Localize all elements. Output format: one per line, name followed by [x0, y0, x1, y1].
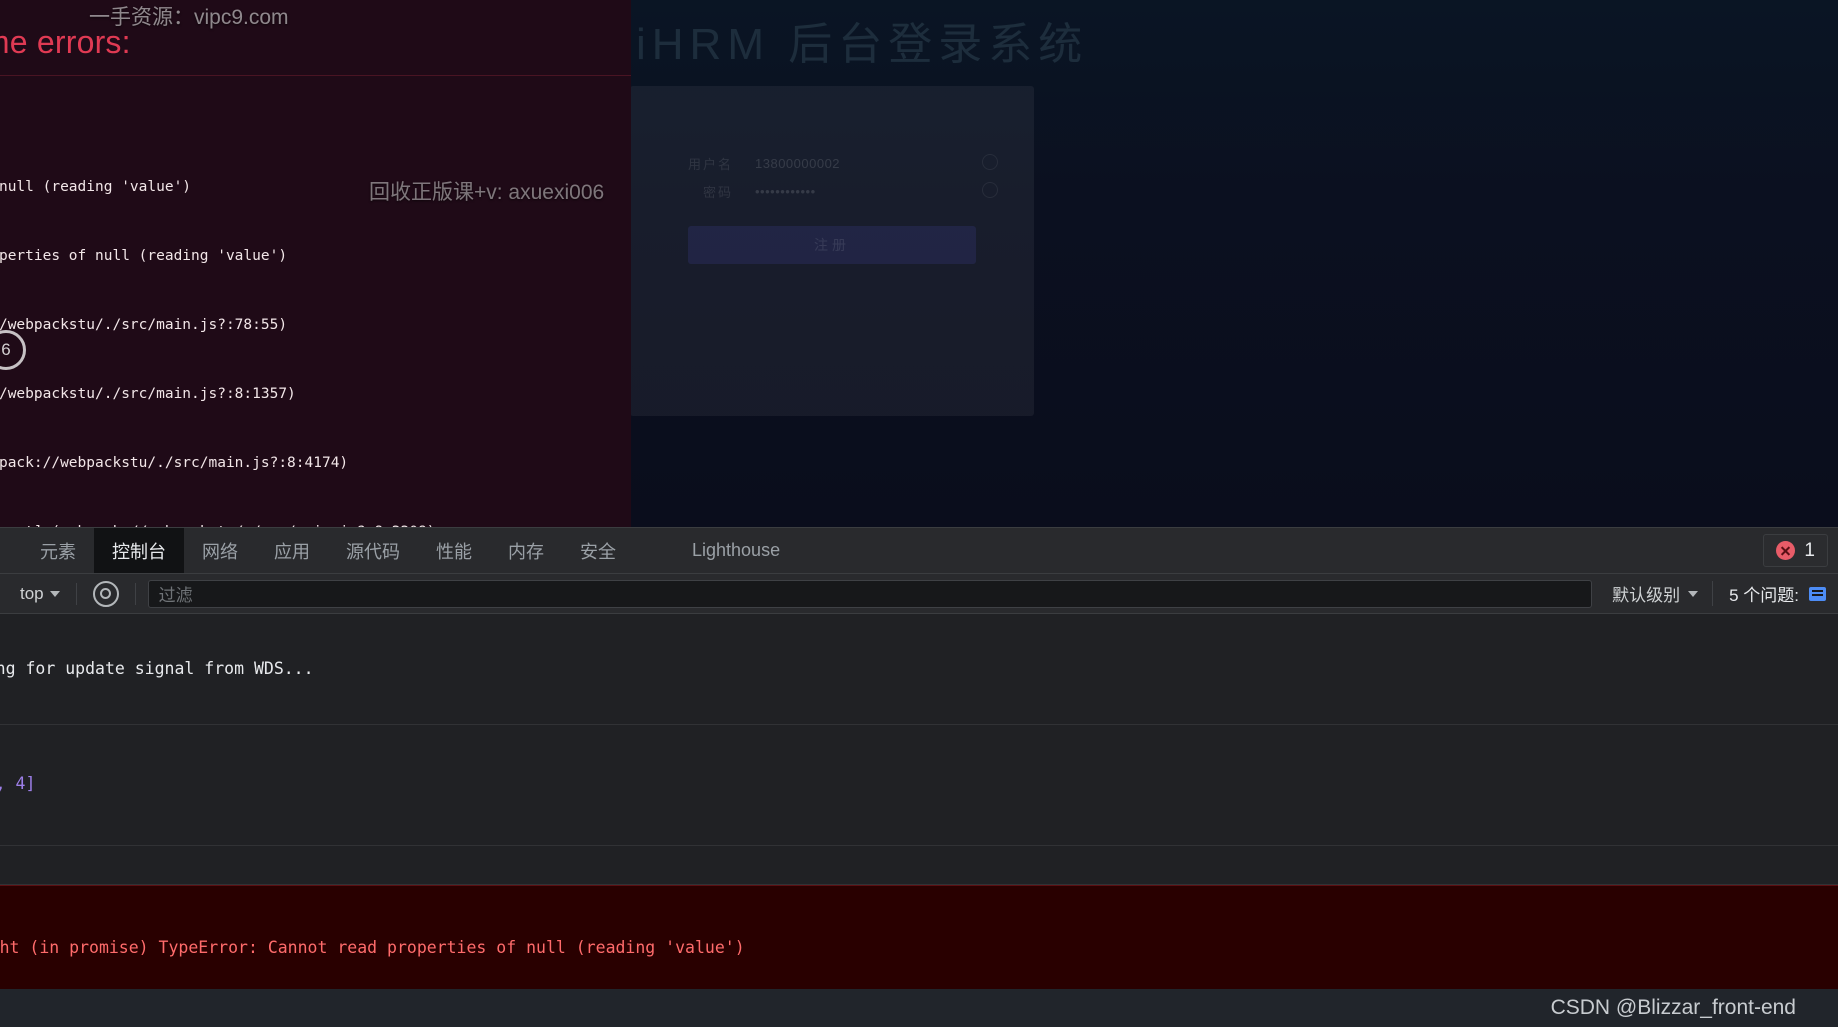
- context-selector[interactable]: top: [4, 584, 70, 604]
- issues-count-label: 5 个问题:: [1729, 586, 1799, 605]
- footer-bar: CSDN @Blizzar_front-end: [0, 989, 1838, 1027]
- tab-security[interactable]: 安全: [562, 528, 634, 573]
- console-message-text: [2, 3, 4]: [0, 774, 36, 793]
- app-title: iHRM 后台登录系统: [636, 20, 1089, 69]
- toolbar-divider: [134, 582, 136, 605]
- username-label: 用户名: [687, 157, 733, 172]
- tabbar-spacer: [798, 528, 1763, 573]
- error-overlay-stack: Cannot read properties of null (reading …: [0, 130, 631, 527]
- password-input[interactable]: ••••••••••••: [755, 184, 816, 199]
- error-count-value: 1: [1804, 539, 1815, 561]
- tab-application[interactable]: 应用: [256, 528, 328, 573]
- password-label: 密码: [702, 185, 733, 200]
- console-message-text: Waiting for update signal from WDS...: [0, 659, 314, 678]
- issues-icon: [1809, 586, 1826, 601]
- issues-summary[interactable]: 5 个问题:: [1712, 581, 1834, 606]
- runtime-error-overlay: Uncaught runtime errors: ERROR Cannot re…: [0, 0, 631, 527]
- tab-network[interactable]: 网络: [184, 528, 256, 573]
- console-message-list[interactable]: Waiting for update signal from WDS... [2…: [0, 614, 1838, 991]
- console-filter-toolbar: top 过滤 默认级别 5 个问题:: [0, 574, 1838, 614]
- stack-frame: at _callee$ (webpack://webpackstu/./src/…: [0, 317, 288, 333]
- browser-viewport: iHRM 后台登录系统 用户名 13800000002 密码 •••••••••…: [0, 0, 1838, 527]
- stack-frame: at tryCatch (webpack://webpackstu/./src/…: [0, 386, 296, 402]
- error-message-line-1: Cannot read properties of null (reading …: [0, 179, 192, 195]
- toolbar-divider: [75, 582, 77, 605]
- username-row: 用户名 13800000002: [685, 154, 840, 173]
- password-eye-icon[interactable]: [982, 182, 998, 198]
- footer-watermark: CSDN @Blizzar_front-end: [1550, 996, 1796, 1019]
- tab-elements[interactable]: 元素: [22, 528, 94, 573]
- devtools-panel: 元素 控制台 网络 应用 源代码 性能 内存 安全 Lighthouse 1 t…: [0, 527, 1838, 991]
- devtools-tabbar: 元素 控制台 网络 应用 源代码 性能 内存 安全 Lighthouse 1: [0, 528, 1838, 574]
- username-input[interactable]: 13800000002: [755, 156, 840, 171]
- error-overlay-label: ERROR: [0, 88, 631, 114]
- live-expression-icon[interactable]: [92, 580, 119, 607]
- log-level-label: 默认级别: [1612, 586, 1681, 605]
- console-filter-input[interactable]: 过滤: [147, 579, 1593, 608]
- log-level-selector[interactable]: 默认级别: [1598, 581, 1712, 606]
- console-blank-row: [0, 846, 1838, 885]
- console-message-wds: Waiting for update signal from WDS...: [0, 614, 1838, 725]
- tab-performance[interactable]: 性能: [418, 528, 490, 573]
- chevron-down-icon: [49, 590, 60, 597]
- tab-memory[interactable]: 内存: [490, 528, 562, 573]
- login-card: 用户名 13800000002 密码 •••••••••••• 注册: [630, 86, 1034, 416]
- error-message-line-2: TypeError: Cannot read properties of nul…: [0, 248, 288, 264]
- error-count-badge[interactable]: 1: [1763, 534, 1828, 567]
- console-error-header: Uncaught (in promise) TypeError: Cannot …: [0, 938, 745, 958]
- stack-frame: at Generator.eval (webpack://webpackstu/…: [0, 455, 349, 471]
- console-message-array[interactable]: [2, 3, 4]: [0, 725, 1838, 846]
- password-row: 密码 ••••••••••••: [685, 182, 816, 201]
- register-button[interactable]: 注册: [688, 226, 976, 264]
- tab-console[interactable]: 控制台: [94, 528, 184, 573]
- console-error-group[interactable]: Uncaught (in promise) TypeError: Cannot …: [0, 885, 1838, 991]
- username-clear-icon[interactable]: [982, 154, 998, 170]
- error-overlay-heading: Uncaught runtime errors:: [0, 24, 131, 60]
- tab-lighthouse[interactable]: Lighthouse: [674, 528, 798, 573]
- chevron-down-icon: [1688, 590, 1699, 597]
- context-selector-label: top: [20, 583, 44, 603]
- error-overlay-divider: [0, 75, 631, 76]
- tab-sources[interactable]: 源代码: [328, 528, 418, 573]
- error-circle-icon: [1776, 541, 1796, 560]
